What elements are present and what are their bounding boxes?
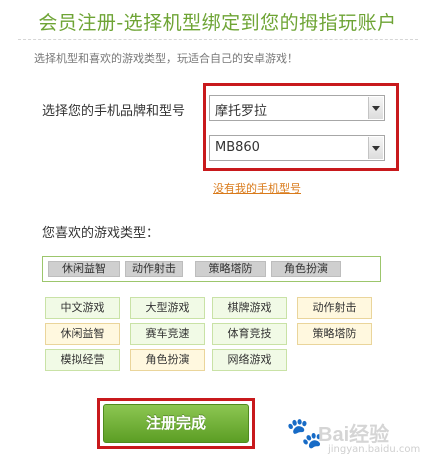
selected-genre-tag[interactable]: 策略塔防	[195, 261, 266, 277]
brand-select[interactable]: 摩托罗拉	[209, 95, 385, 121]
watermark-url: jingyan.baidu.com	[328, 444, 421, 455]
model-select[interactable]: MB860	[209, 135, 385, 161]
genre-option[interactable]: 休闲益智	[45, 323, 120, 345]
brand-select-value: 摩托罗拉	[215, 104, 268, 119]
selected-genres-box: 休闲益智 动作射击 策略塔防 角色扮演	[42, 256, 381, 282]
phone-brand-model-label: 选择您的手机品牌和型号	[42, 104, 186, 119]
watermark-logo: Bai经验	[318, 424, 390, 446]
page-subtitle: 选择机型和喜欢的游戏类型，玩适合自己的安卓游戏！	[34, 52, 298, 65]
genre-option[interactable]: 棋牌游戏	[212, 297, 287, 319]
genre-option[interactable]: 动作射击	[297, 297, 372, 319]
genre-option[interactable]: 体育竞技	[212, 323, 287, 345]
genre-option[interactable]: 模拟经营	[45, 349, 120, 371]
selected-genre-tag[interactable]: 角色扮演	[271, 261, 341, 277]
genre-option[interactable]: 大型游戏	[130, 297, 205, 319]
genre-label: 您喜欢的游戏类型：	[42, 226, 160, 241]
selected-genre-tag[interactable]: 动作射击	[125, 261, 183, 277]
genre-option[interactable]: 赛车竞速	[130, 323, 205, 345]
genre-option[interactable]: 中文游戏	[45, 297, 120, 319]
no-model-link[interactable]: 没有我的手机型号	[213, 180, 301, 196]
selected-genre-tag[interactable]: 休闲益智	[48, 261, 120, 277]
genre-option[interactable]: 策略塔防	[297, 323, 372, 345]
title-divider	[18, 39, 418, 40]
page-title: 会员注册-选择机型绑定到您的拇指玩账户	[38, 12, 397, 34]
chevron-down-icon[interactable]	[368, 97, 383, 119]
register-complete-button[interactable]: 注册完成	[103, 404, 249, 443]
model-select-value: MB860	[215, 140, 260, 155]
genre-option[interactable]: 角色扮演	[130, 349, 205, 371]
chevron-down-icon[interactable]	[368, 137, 383, 159]
genre-option[interactable]: 网络游戏	[212, 349, 287, 371]
